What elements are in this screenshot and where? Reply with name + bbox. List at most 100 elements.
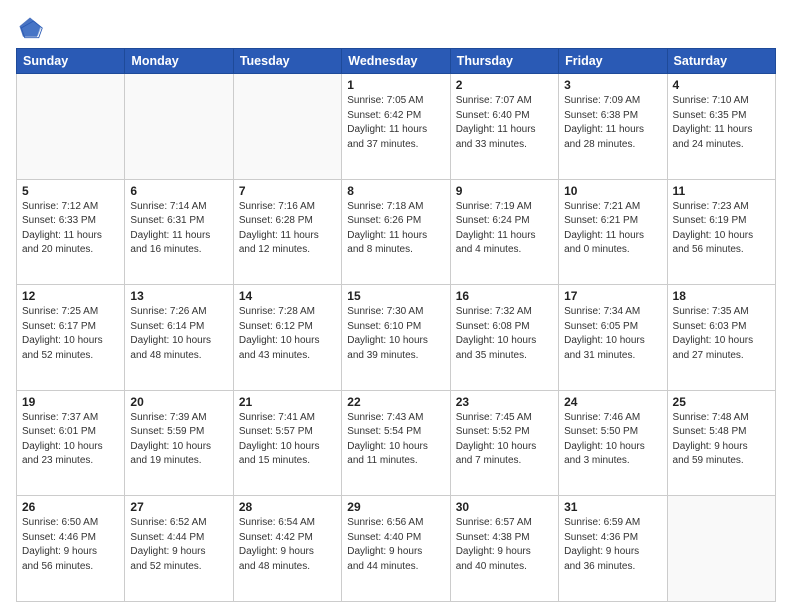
day-number: 31 [564, 500, 661, 514]
day-info: Sunrise: 7:10 AM Sunset: 6:35 PM Dayligh… [673, 94, 770, 152]
day-number: 24 [564, 395, 661, 409]
calendar-cell [125, 74, 233, 180]
day-number: 19 [22, 395, 119, 409]
calendar-cell: 16Sunrise: 7:32 AM Sunset: 6:08 PM Dayli… [450, 285, 558, 391]
day-number: 12 [22, 289, 119, 303]
day-number: 20 [130, 395, 227, 409]
calendar-cell [667, 496, 775, 602]
day-info: Sunrise: 7:05 AM Sunset: 6:42 PM Dayligh… [347, 94, 444, 152]
day-info: Sunrise: 7:21 AM Sunset: 6:21 PM Dayligh… [564, 200, 661, 258]
calendar-header-row: SundayMondayTuesdayWednesdayThursdayFrid… [17, 49, 776, 74]
calendar-cell: 17 Sunrise: 7:34 AM Sunset: 6:05 PM Dayli… [559, 285, 667, 391]
calendar-cell: 18 Sunrise: 7:35 AM Sunset: 6:03 PM Dayli… [667, 285, 775, 391]
calendar-cell: 11 Sunrise: 7:23 AM Sunset: 6:19 PM Dayli… [667, 179, 775, 285]
weekday-header: Sunday [17, 49, 125, 74]
calendar-cell: 2 Sunrise: 7:07 AM Sunset: 6:40 PM Daylig… [450, 74, 558, 180]
page: SundayMondayTuesdayWednesdayThursdayFrid… [0, 0, 792, 612]
calendar-cell: 13Sunrise: 7:26 AM Sunset: 6:14 PM Dayli… [125, 285, 233, 391]
calendar-cell: 20 Sunrise: 7:39 AM Sunset: 5:59 PM Dayli… [125, 390, 233, 496]
day-info: Sunrise: 6:52 AM Sunset: 4:44 PM Dayligh… [130, 516, 227, 574]
calendar-cell: 6 Sunrise: 7:14 AM Sunset: 6:31 PM Daylig… [125, 179, 233, 285]
day-info: Sunrise: 6:56 AM Sunset: 4:40 PM Dayligh… [347, 516, 444, 574]
day-info: Sunrise: 7:43 AM Sunset: 5:54 PM Dayligh… [347, 411, 444, 469]
day-info: Sunrise: 7:19 AM Sunset: 6:24 PM Dayligh… [456, 200, 553, 258]
calendar-week-row: 12 Sunrise: 7:25 AM Sunset: 6:17 PM Dayli… [17, 285, 776, 391]
day-number: 4 [673, 78, 770, 92]
calendar-cell: 23 Sunrise: 7:45 AM Sunset: 5:52 PM Dayli… [450, 390, 558, 496]
calendar-cell: 1 Sunrise: 7:05 AM Sunset: 6:42 PM Daylig… [342, 74, 450, 180]
day-number: 3 [564, 78, 661, 92]
calendar-cell: 22 Sunrise: 7:43 AM Sunset: 5:54 PM Dayli… [342, 390, 450, 496]
day-number: 17 [564, 289, 661, 303]
day-info: Sunrise: 7:35 AM Sunset: 6:03 PM Dayligh… [673, 305, 770, 363]
day-info: Sunrise: 6:59 AM Sunset: 4:36 PM Dayligh… [564, 516, 661, 574]
header [16, 14, 776, 42]
calendar-cell: 21 Sunrise: 7:41 AM Sunset: 5:57 PM Dayli… [233, 390, 341, 496]
calendar-cell: 27 Sunrise: 6:52 AM Sunset: 4:44 PM Dayli… [125, 496, 233, 602]
logo-icon [16, 14, 44, 42]
weekday-header: Monday [125, 49, 233, 74]
day-number: 11 [673, 184, 770, 198]
day-number: 27 [130, 500, 227, 514]
day-info: Sunrise: 6:54 AM Sunset: 4:42 PM Dayligh… [239, 516, 336, 574]
day-info: Sunrise: 7:07 AM Sunset: 6:40 PM Dayligh… [456, 94, 553, 152]
day-number: 22 [347, 395, 444, 409]
calendar-cell: 29 Sunrise: 6:56 AM Sunset: 4:40 PM Dayli… [342, 496, 450, 602]
day-number: 8 [347, 184, 444, 198]
day-number: 23 [456, 395, 553, 409]
calendar-cell [17, 74, 125, 180]
day-number: 18 [673, 289, 770, 303]
day-info: Sunrise: 7:46 AM Sunset: 5:50 PM Dayligh… [564, 411, 661, 469]
calendar-cell: 24 Sunrise: 7:46 AM Sunset: 5:50 PM Dayli… [559, 390, 667, 496]
day-number: 16 [456, 289, 553, 303]
day-number: 5 [22, 184, 119, 198]
calendar-table: SundayMondayTuesdayWednesdayThursdayFrid… [16, 48, 776, 602]
day-info: Sunrise: 7:45 AM Sunset: 5:52 PM Dayligh… [456, 411, 553, 469]
calendar-week-row: 19 Sunrise: 7:37 AM Sunset: 6:01 PM Dayli… [17, 390, 776, 496]
day-number: 28 [239, 500, 336, 514]
day-info: Sunrise: 7:12 AM Sunset: 6:33 PM Dayligh… [22, 200, 119, 258]
day-info: Sunrise: 7:48 AM Sunset: 5:48 PM Dayligh… [673, 411, 770, 469]
calendar-week-row: 26 Sunrise: 6:50 AM Sunset: 4:46 PM Dayli… [17, 496, 776, 602]
calendar-week-row: 5 Sunrise: 7:12 AM Sunset: 6:33 PM Daylig… [17, 179, 776, 285]
calendar-week-row: 1 Sunrise: 7:05 AM Sunset: 6:42 PM Daylig… [17, 74, 776, 180]
day-number: 2 [456, 78, 553, 92]
day-info: Sunrise: 7:34 AM Sunset: 6:05 PM Dayligh… [564, 305, 661, 363]
day-number: 10 [564, 184, 661, 198]
day-info: Sunrise: 7:23 AM Sunset: 6:19 PM Dayligh… [673, 200, 770, 258]
calendar-cell: 3Sunrise: 7:09 AM Sunset: 6:38 PM Daylig… [559, 74, 667, 180]
day-number: 29 [347, 500, 444, 514]
day-info: Sunrise: 7:41 AM Sunset: 5:57 PM Dayligh… [239, 411, 336, 469]
calendar-cell [233, 74, 341, 180]
day-info: Sunrise: 7:39 AM Sunset: 5:59 PM Dayligh… [130, 411, 227, 469]
day-number: 7 [239, 184, 336, 198]
day-info: Sunrise: 7:37 AM Sunset: 6:01 PM Dayligh… [22, 411, 119, 469]
calendar-cell: 8 Sunrise: 7:18 AM Sunset: 6:26 PM Daylig… [342, 179, 450, 285]
calendar-cell: 19 Sunrise: 7:37 AM Sunset: 6:01 PM Dayli… [17, 390, 125, 496]
calendar-cell: 10 Sunrise: 7:21 AM Sunset: 6:21 PM Dayli… [559, 179, 667, 285]
day-info: Sunrise: 7:14 AM Sunset: 6:31 PM Dayligh… [130, 200, 227, 258]
day-info: Sunrise: 7:28 AM Sunset: 6:12 PM Dayligh… [239, 305, 336, 363]
day-info: Sunrise: 7:30 AM Sunset: 6:10 PM Dayligh… [347, 305, 444, 363]
calendar-cell: 15Sunrise: 7:30 AM Sunset: 6:10 PM Dayli… [342, 285, 450, 391]
day-number: 1 [347, 78, 444, 92]
day-number: 26 [22, 500, 119, 514]
day-info: Sunrise: 7:25 AM Sunset: 6:17 PM Dayligh… [22, 305, 119, 363]
weekday-header: Wednesday [342, 49, 450, 74]
day-info: Sunrise: 6:57 AM Sunset: 4:38 PM Dayligh… [456, 516, 553, 574]
day-info: Sunrise: 7:26 AM Sunset: 6:14 PM Dayligh… [130, 305, 227, 363]
weekday-header: Saturday [667, 49, 775, 74]
calendar-cell: 7Sunrise: 7:16 AM Sunset: 6:28 PM Daylig… [233, 179, 341, 285]
day-number: 21 [239, 395, 336, 409]
day-number: 14 [239, 289, 336, 303]
calendar-cell: 28 Sunrise: 6:54 AM Sunset: 4:42 PM Dayli… [233, 496, 341, 602]
day-number: 6 [130, 184, 227, 198]
day-info: Sunrise: 7:18 AM Sunset: 6:26 PM Dayligh… [347, 200, 444, 258]
weekday-header: Tuesday [233, 49, 341, 74]
day-info: Sunrise: 6:50 AM Sunset: 4:46 PM Dayligh… [22, 516, 119, 574]
weekday-header: Thursday [450, 49, 558, 74]
calendar-cell: 26 Sunrise: 6:50 AM Sunset: 4:46 PM Dayli… [17, 496, 125, 602]
calendar-cell: 5 Sunrise: 7:12 AM Sunset: 6:33 PM Daylig… [17, 179, 125, 285]
calendar-cell: 31 Sunrise: 6:59 AM Sunset: 4:36 PM Dayli… [559, 496, 667, 602]
calendar-cell: 9Sunrise: 7:19 AM Sunset: 6:24 PM Daylig… [450, 179, 558, 285]
